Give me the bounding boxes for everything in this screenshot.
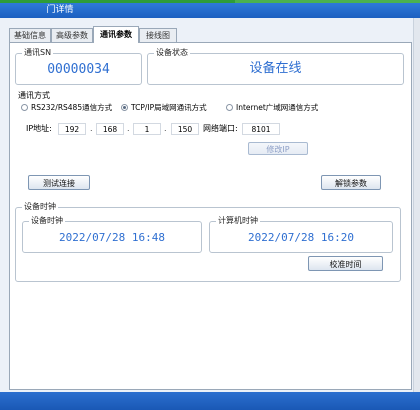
pc-time-label: 计算机时钟 [216,216,260,226]
tab-wiring-diagram[interactable]: 接线图 [139,28,177,42]
test-connection-button[interactable]: 测试连接 [28,175,90,190]
modify-ip-button[interactable]: 修改IP [248,142,308,155]
comm-method-label: 通讯方式 [18,91,50,100]
device-clock-group: 设备时钟 设备时钟 2022/07/28 16:48 计算机时钟 2022/07… [15,202,401,282]
bottom-bar [0,392,420,410]
device-status-group: 设备状态 设备在线 [147,48,404,85]
ip-octet-4-input[interactable]: 150 [171,123,199,135]
device-status-label: 设备状态 [154,48,190,58]
sn-label: 通讯SN [22,48,54,58]
device-time-label: 设备时钟 [29,216,65,226]
ip-octet-1-input[interactable]: 192 [58,123,86,135]
pc-time-box: 计算机时钟 2022/07/28 16:20 [209,216,393,253]
unlock-params-button[interactable]: 解锁参数 [321,175,381,190]
device-clock-group-label: 设备时钟 [22,202,58,212]
radio-internet[interactable] [226,104,233,111]
radio-tcpip-label[interactable]: TCP/IP局域网通讯方式 [131,103,207,112]
port-label: 网络端口: [203,124,238,133]
calibrate-time-button[interactable]: 校准时间 [308,256,383,271]
device-time-value: 2022/07/28 16:48 [59,231,165,244]
device-time-box: 设备时钟 2022/07/28 16:48 [22,216,202,253]
port-input[interactable]: 8101 [242,123,280,135]
device-status-value: 设备在线 [249,61,302,76]
title-bar: 门详情 [0,3,420,18]
comm-params-panel: 通讯SN 00000034 设备状态 设备在线 通讯方式 RS232/RS485… [9,42,412,409]
window-title: 门详情 [46,5,74,15]
tab-basic-info[interactable]: 基础信息 [9,28,51,42]
ip-dot-3: . [164,124,167,133]
pc-time-value: 2022/07/28 16:20 [248,231,354,244]
window-right-edge [413,18,420,410]
ip-dot-2: . [127,124,130,133]
ip-octet-2-input[interactable]: 168 [96,123,124,135]
ip-octet-3-input[interactable]: 1 [133,123,161,135]
radio-internet-label[interactable]: Internet广域网通信方式 [236,103,318,112]
radio-rs232-label[interactable]: RS232/RS485通信方式 [31,103,112,112]
sn-value: 00000034 [47,62,110,77]
radio-rs232[interactable] [21,104,28,111]
ip-label: IP地址: [26,124,52,133]
ip-dot-1: . [90,124,93,133]
tab-advanced-params[interactable]: 高级参数 [51,28,93,42]
tab-comm-params[interactable]: 通讯参数 [93,26,139,43]
radio-tcpip[interactable] [121,104,128,111]
sn-group: 通讯SN 00000034 [15,48,142,85]
door-detail-window: 基础信息 高级参数 通讯参数 接线图 通讯SN 00000034 设备状态 设备… [0,18,420,410]
